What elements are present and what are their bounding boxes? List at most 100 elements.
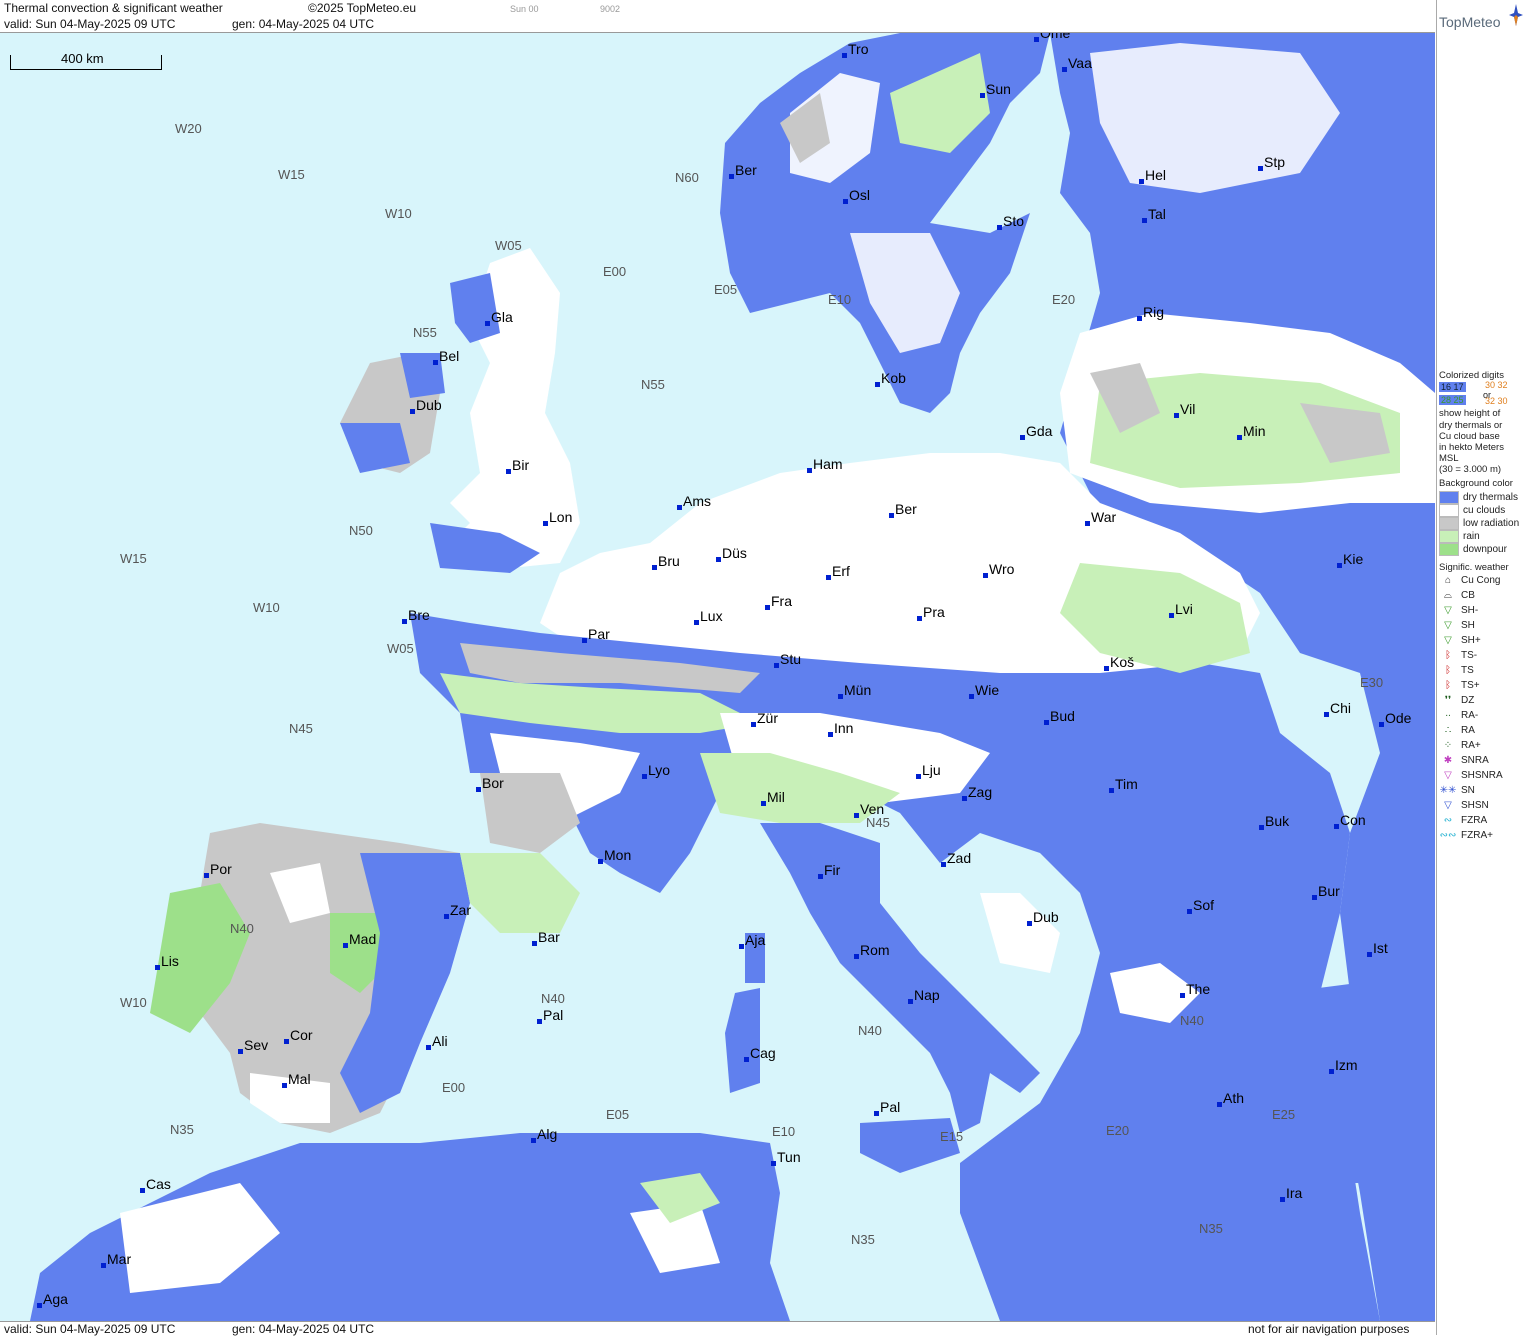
city-label[interactable]: Bel (432, 348, 459, 365)
city-label[interactable]: Min (1237, 423, 1266, 440)
city-label[interactable]: Con (1334, 812, 1366, 829)
city-label[interactable]: Ham (807, 456, 843, 473)
city-label[interactable]: Bir (505, 457, 529, 474)
city-label[interactable]: Ber (889, 501, 917, 518)
city-label[interactable]: Dub (410, 397, 442, 414)
city-label[interactable]: Zag (961, 784, 992, 801)
swatch (1439, 516, 1459, 530)
city-label[interactable]: Ber (729, 162, 757, 179)
city-label[interactable]: Mil (761, 789, 785, 806)
city-label[interactable]: Tro (841, 41, 868, 58)
city-label[interactable]: Mar (100, 1251, 131, 1268)
city-label[interactable]: Tim (1109, 776, 1138, 793)
city-label[interactable]: Alg (530, 1126, 557, 1143)
city-label[interactable]: Cag (744, 1045, 776, 1062)
city-label[interactable]: Lis (155, 953, 179, 970)
city-label[interactable]: Pal (873, 1099, 900, 1116)
city-label[interactable]: Aga (37, 1291, 68, 1308)
city-label[interactable]: Ira (1279, 1185, 1302, 1202)
city-label[interactable]: Ali (426, 1033, 448, 1050)
city-label[interactable]: Fir (817, 862, 840, 879)
legend-label: downpour (1463, 543, 1507, 555)
city-label[interactable]: Aja (738, 932, 765, 949)
city-label[interactable]: Bor (476, 775, 504, 792)
grid-label: E25 (1272, 1107, 1296, 1122)
city-label[interactable]: Fra (765, 593, 792, 610)
city-label[interactable]: Par (582, 626, 610, 643)
city-label[interactable]: Cas (140, 1176, 171, 1193)
city-label[interactable]: Bre (402, 607, 430, 624)
city-label[interactable]: Tal (1142, 206, 1166, 223)
city-label[interactable]: Düs (716, 545, 747, 562)
city-label[interactable]: Tun (771, 1149, 801, 1166)
grid-label: N40 (230, 921, 254, 936)
city-label[interactable]: Vil (1173, 401, 1195, 418)
city-label[interactable]: Mün (837, 682, 871, 699)
city-label[interactable]: Mad (342, 931, 376, 948)
city-label[interactable]: Ath (1216, 1090, 1244, 1107)
footer-generated-time: gen: 04-May-2025 04 UTC (232, 1322, 375, 1336)
city-label[interactable]: War (1084, 509, 1116, 526)
city-label[interactable]: Kob (875, 370, 906, 387)
city-label[interactable]: Lux (694, 608, 723, 625)
weather-map[interactable]: W20 W15 W10 W05 E00 E05 E10 E20 N60 N55 … (0, 33, 1435, 1321)
land-turkey (1280, 973, 1435, 1183)
city-label[interactable]: Bud (1044, 708, 1075, 725)
city-label[interactable]: Lyo (641, 762, 670, 779)
city-label[interactable]: Lvi (1169, 601, 1193, 618)
city-label[interactable]: Mon (597, 847, 631, 864)
city-label[interactable]: Zar (444, 902, 471, 919)
city-label[interactable]: Mal (282, 1071, 311, 1088)
grid-label: N60 (675, 170, 699, 185)
city-label[interactable]: Izm (1329, 1057, 1358, 1074)
city-label[interactable]: Wro (982, 561, 1014, 578)
city-label[interactable]: Cor (284, 1027, 313, 1044)
legend-bg-cu-clouds: cu clouds (1439, 503, 1505, 517)
city-label[interactable]: Kie (1336, 551, 1363, 568)
legend-bg-downpour: downpour (1439, 542, 1507, 556)
city-label[interactable]: Pra (917, 604, 945, 621)
city-label[interactable]: Zür (751, 710, 778, 727)
rain-heavy-icon: ⁘ (1443, 739, 1453, 751)
city-label[interactable]: Pal (536, 1007, 563, 1024)
city-label[interactable]: Ist (1367, 940, 1388, 957)
city-label[interactable]: Bar (532, 929, 560, 946)
city-label[interactable]: Zad (940, 850, 971, 867)
city-label[interactable]: Inn (827, 720, 853, 737)
city-label[interactable]: Ode (1378, 710, 1411, 727)
city-label[interactable]: Koš (1103, 654, 1134, 671)
city-label[interactable]: Sev (237, 1037, 268, 1054)
city-label[interactable]: The (1179, 981, 1210, 998)
city-label[interactable]: Dub (1027, 909, 1059, 926)
legend-sig-fzra: ∾ FZRA (1439, 814, 1487, 826)
legend-bg-rain: rain (1439, 529, 1480, 543)
city-label[interactable]: Stp (1257, 154, 1285, 171)
legend-label: dry thermals (1463, 491, 1519, 503)
scale-bar: 400 km (10, 51, 162, 70)
city-label[interactable]: Osl (843, 187, 870, 204)
city-label[interactable]: Stu (773, 651, 801, 668)
city-label[interactable]: Erf (826, 563, 850, 580)
city-label[interactable]: Ams (677, 493, 711, 510)
city-label[interactable]: Bur (1312, 883, 1340, 900)
city-label[interactable]: Sun (980, 81, 1011, 98)
city-label[interactable]: Hel (1138, 167, 1166, 184)
city-label[interactable]: Rig (1136, 304, 1164, 321)
city-label[interactable]: Sto (996, 213, 1024, 230)
city-label[interactable]: Gda (1019, 423, 1052, 440)
city-label[interactable]: Ven (853, 801, 884, 818)
city-label[interactable]: Rom (854, 942, 890, 959)
city-label[interactable]: Nap (908, 987, 940, 1004)
city-label[interactable]: Sof (1186, 897, 1214, 914)
city-label[interactable]: Lju (916, 762, 941, 779)
city-label[interactable]: Buk (1258, 813, 1289, 830)
city-label[interactable]: Ome (1033, 33, 1070, 42)
city-label[interactable]: Wie (968, 682, 999, 699)
city-label[interactable]: Vaa (1062, 55, 1092, 72)
thunderstorm-heavy-icon: ᛒ (1445, 679, 1451, 691)
city-label[interactable]: Gla (485, 309, 513, 326)
city-label[interactable]: Chi (1323, 700, 1351, 717)
city-label[interactable]: Bru (652, 553, 680, 570)
city-label[interactable]: Por (204, 861, 232, 878)
city-label[interactable]: Lon (542, 509, 572, 526)
